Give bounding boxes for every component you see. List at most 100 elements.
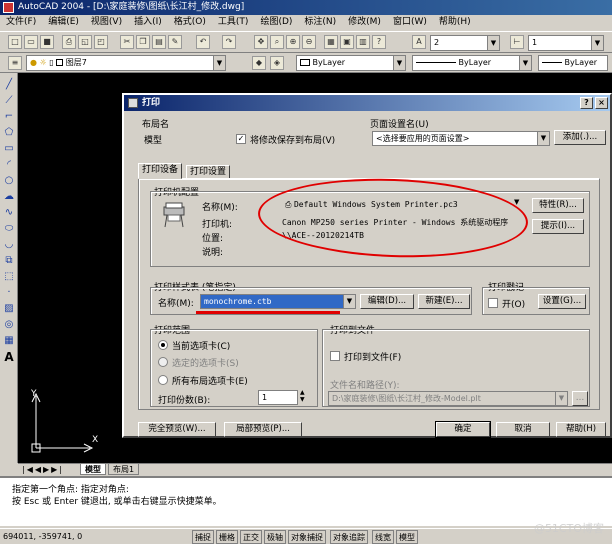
circle-icon[interactable]: ○	[3, 175, 15, 187]
model-toggle[interactable]: 模型	[396, 530, 418, 544]
save-changes-checkbox[interactable]: ✓	[236, 134, 246, 144]
ellipse-arc-icon[interactable]: ◡	[3, 239, 15, 251]
edit-plot-style-button[interactable]: 编辑(D)...	[360, 294, 414, 309]
ok-button[interactable]: 确定	[435, 421, 491, 438]
undo-icon[interactable]: ↶	[196, 35, 210, 49]
menu-edit[interactable]: 编辑(E)	[42, 15, 85, 30]
plot-style-select[interactable]: monochrome.ctb ▼	[200, 294, 356, 309]
tab-model[interactable]: 模型	[80, 464, 106, 475]
open-file-icon[interactable]: ▭	[24, 35, 38, 49]
text-style-icon[interactable]: A	[412, 35, 426, 49]
copies-input[interactable]: 1	[258, 390, 298, 405]
help-button[interactable]: 帮助(H)	[556, 422, 606, 437]
tab-nav-arrows-icon[interactable]: |◀◀▶▶|	[22, 465, 64, 474]
linetype-combo[interactable]: ByLayer ▼	[412, 55, 532, 71]
copies-spinner-icon[interactable]: ▲ ▼	[300, 389, 305, 403]
print-icon[interactable]: ⎙	[62, 35, 76, 49]
page-setup-select[interactable]: <选择要应用的页面设置> ▼	[372, 131, 550, 146]
line-icon[interactable]: ╱	[3, 79, 15, 91]
menu-help[interactable]: 帮助(H)	[433, 15, 477, 30]
construction-line-icon[interactable]: ⟋	[3, 95, 15, 107]
range-selected-tabs-radio[interactable]	[158, 357, 168, 367]
properties-button[interactable]: 特性(R)...	[532, 198, 584, 213]
save-icon[interactable]: ■	[40, 35, 54, 49]
cancel-button[interactable]: 取消	[496, 422, 550, 437]
pan-icon[interactable]: ✥	[254, 35, 268, 49]
menu-dimension[interactable]: 标注(N)	[298, 15, 342, 30]
revision-cloud-icon[interactable]: ☁	[3, 191, 15, 203]
hints-button[interactable]: 提示(I)...	[532, 219, 584, 234]
print-preview-icon[interactable]: ◱	[78, 35, 92, 49]
spline-icon[interactable]: ∿	[3, 207, 15, 219]
copy-icon[interactable]: ❐	[136, 35, 150, 49]
browse-file-button[interactable]: …	[572, 391, 588, 406]
color-combo[interactable]: ByLayer ▼	[296, 55, 406, 71]
polygon-icon[interactable]: ⬠	[3, 127, 15, 139]
menu-draw[interactable]: 绘图(D)	[254, 15, 298, 30]
add-page-setup-button[interactable]: 添加(.)...	[554, 130, 606, 145]
tab-plot-device[interactable]: 打印设备	[138, 163, 183, 179]
full-preview-button[interactable]: 完全预览(W)...	[138, 422, 216, 437]
tab-plot-settings[interactable]: 打印设置	[186, 165, 231, 179]
range-all-layouts-radio[interactable]	[158, 375, 168, 385]
text-style-combo[interactable]: 2 ▼	[430, 35, 500, 51]
file-path-input[interactable]: D:\家庭装修\图纸\长江村_修改-Model.plt ▼	[328, 391, 568, 406]
help-icon[interactable]: ?	[372, 35, 386, 49]
plot-to-file-checkbox[interactable]	[330, 351, 340, 361]
lineweight-combo[interactable]: ByLayer	[538, 55, 608, 71]
range-current-tab-label: 当前选项卡(C)	[172, 342, 231, 352]
close-icon[interactable]: ×	[595, 97, 608, 109]
menu-tools[interactable]: 工具(T)	[212, 15, 255, 30]
zoom-previous-icon[interactable]: ⊖	[302, 35, 316, 49]
menu-view[interactable]: 视图(V)	[85, 15, 128, 30]
ortho-toggle[interactable]: 正交	[240, 530, 262, 544]
menu-insert[interactable]: 插入(I)	[128, 15, 168, 30]
command-line[interactable]: 指定第一个角点: 指定对角点: 按 Esc 或 Enter 键退出, 或单击右键…	[0, 476, 612, 526]
make-block-icon[interactable]: ⬚	[3, 271, 15, 283]
menu-format[interactable]: 格式(O)	[168, 15, 212, 30]
polar-toggle[interactable]: 极轴	[264, 530, 286, 544]
menu-file[interactable]: 文件(F)	[0, 15, 42, 30]
polyline-icon[interactable]: ⌐	[3, 111, 15, 123]
tool-palettes-icon[interactable]: ▥	[356, 35, 370, 49]
design-center-icon[interactable]: ▣	[340, 35, 354, 49]
arc-icon[interactable]: ◜	[3, 159, 15, 171]
region-icon[interactable]: ◎	[3, 319, 15, 331]
layer-manager-icon[interactable]: ≡	[8, 56, 22, 70]
grid-toggle[interactable]: 栅格	[216, 530, 238, 544]
dim-style-combo[interactable]: 1 ▼	[528, 35, 604, 51]
match-properties-icon[interactable]: ✎	[168, 35, 182, 49]
stamp-settings-button[interactable]: 设置(G)...	[538, 294, 586, 309]
menu-modify[interactable]: 修改(M)	[342, 15, 387, 30]
osnap-toggle[interactable]: 对象捕捉	[288, 530, 326, 544]
lineweight-toggle[interactable]: 线宽	[372, 530, 394, 544]
rectangle-icon[interactable]: ▭	[3, 143, 15, 155]
help-icon[interactable]: ?	[580, 97, 593, 109]
properties-icon[interactable]: ▦	[324, 35, 338, 49]
dim-style-icon[interactable]: ⊢	[510, 35, 524, 49]
publish-icon[interactable]: ◰	[94, 35, 108, 49]
hatch-icon[interactable]: ▨	[3, 303, 15, 315]
tab-layout1[interactable]: 布局1	[108, 464, 140, 475]
zoom-realtime-icon[interactable]: ⌕	[270, 35, 284, 49]
range-current-tab-radio[interactable]	[158, 340, 168, 350]
multiline-text-icon[interactable]: A	[3, 351, 15, 363]
ellipse-icon[interactable]: ⬭	[3, 223, 15, 235]
paste-icon[interactable]: ▤	[152, 35, 166, 49]
make-current-layer-icon[interactable]: ◆	[252, 56, 266, 70]
layer-previous-icon[interactable]: ◈	[270, 56, 284, 70]
table-icon[interactable]: ▦	[3, 335, 15, 347]
zoom-window-icon[interactable]: ⊕	[286, 35, 300, 49]
cut-icon[interactable]: ✂	[120, 35, 134, 49]
plot-stamp-checkbox[interactable]	[488, 298, 498, 308]
otrack-toggle[interactable]: 对象追踪	[330, 530, 368, 544]
new-plot-style-button[interactable]: 新建(E)...	[418, 294, 470, 309]
partial-preview-button[interactable]: 局部预览(P)...	[224, 422, 302, 437]
snap-toggle[interactable]: 捕捉	[192, 530, 214, 544]
redo-icon[interactable]: ↷	[222, 35, 236, 49]
layer-combo[interactable]: ● ☼ ▯ 图层7 ▼	[26, 55, 226, 71]
point-icon[interactable]: ·	[3, 287, 15, 299]
insert-block-icon[interactable]: ⧉	[3, 255, 15, 267]
new-file-icon[interactable]: □	[8, 35, 22, 49]
menu-window[interactable]: 窗口(W)	[387, 15, 433, 30]
